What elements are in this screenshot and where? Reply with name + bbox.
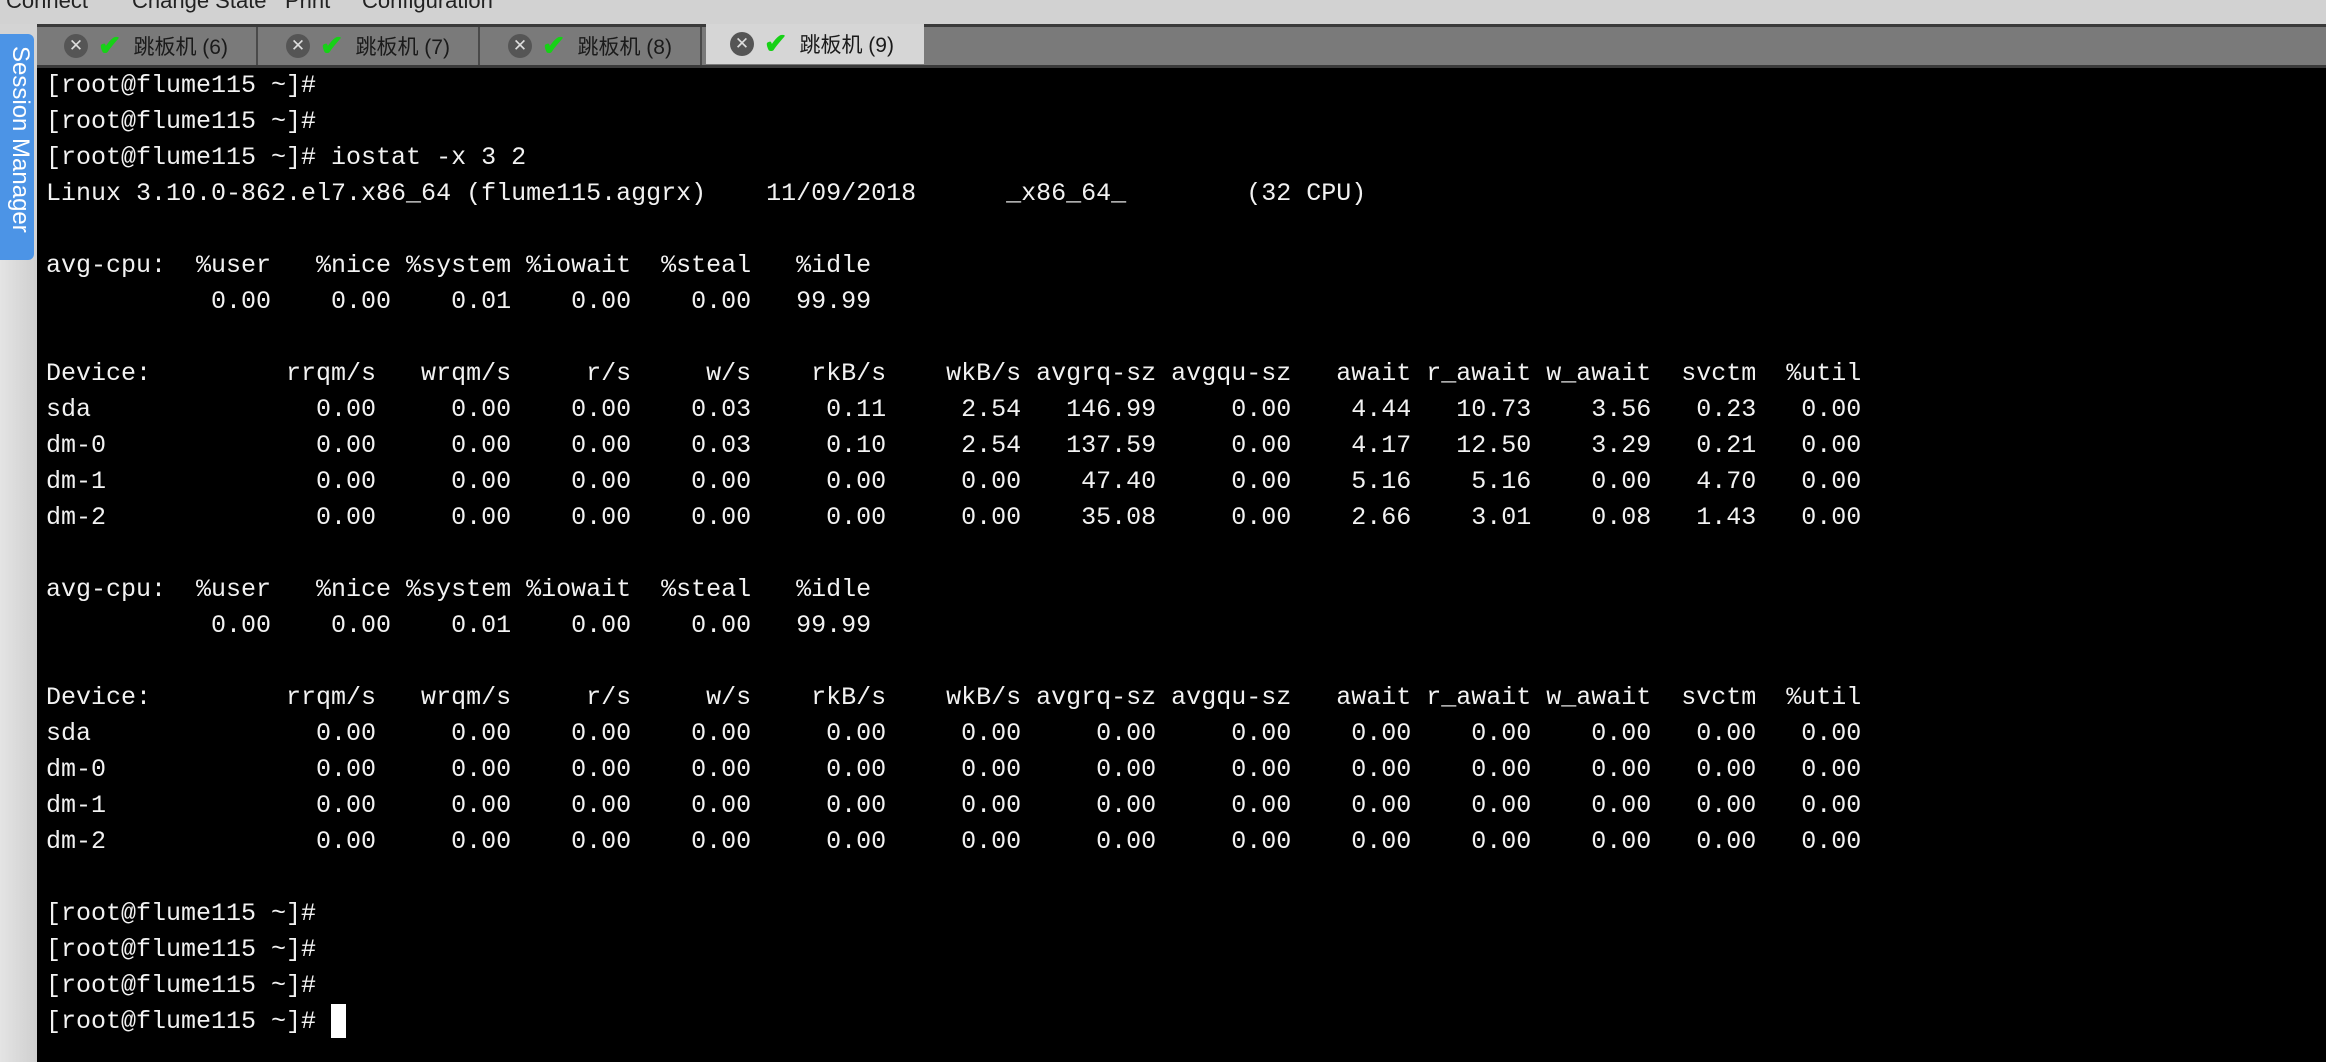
terminal-line-text: dm-2 0.00 0.00 0.00 0.00 0.00 0.00 35.08… <box>46 503 1862 532</box>
close-tab-icon[interactable]: ✕ <box>508 34 532 58</box>
tab-session-8[interactable]: ✕ ✔ 跳板机 (8) <box>484 27 702 65</box>
terminal-line: Device: rrqm/s wrqm/s r/s w/s rkB/s wkB/… <box>46 680 1861 716</box>
terminal-line-text: dm-1 0.00 0.00 0.00 0.00 0.00 0.00 0.00 … <box>46 791 1862 820</box>
terminal-line-text: [root@flume115 ~]# <box>46 1007 317 1036</box>
terminal-line-text: dm-0 0.00 0.00 0.00 0.03 0.10 2.54 137.5… <box>46 431 1862 460</box>
tab-session-7[interactable]: ✕ ✔ 跳板机 (7) <box>262 27 480 65</box>
terminal-line-text: [root@flume115 ~]# <box>46 935 317 964</box>
connected-check-icon: ✔ <box>320 30 344 61</box>
tab-label: 跳板机 (6) <box>133 36 228 59</box>
terminal-line-text: 0.00 0.00 0.01 0.00 0.00 99.99 <box>46 287 872 316</box>
terminal-line-text: [root@flume115 ~]# iostat -x 3 2 <box>46 143 527 172</box>
terminal-line: sda 0.00 0.00 0.00 0.00 0.00 0.00 0.00 0… <box>46 716 1861 752</box>
session-manager-label: Session Manager <box>7 46 34 233</box>
close-tab-icon[interactable]: ✕ <box>286 34 310 58</box>
terminal-line-text: Linux 3.10.0-862.el7.x86_64 (flume115.ag… <box>46 179 1367 208</box>
terminal-line: Device: rrqm/s wrqm/s r/s w/s rkB/s wkB/… <box>46 356 1861 392</box>
connected-check-icon: ✔ <box>542 30 566 61</box>
connected-check-icon: ✔ <box>98 30 122 61</box>
terminal-line-text: dm-1 0.00 0.00 0.00 0.00 0.00 0.00 47.40… <box>46 467 1862 496</box>
terminal-line-text: sda 0.00 0.00 0.00 0.00 0.00 0.00 0.00 0… <box>46 719 1862 748</box>
terminal-output: [root@flume115 ~]# [root@flume115 ~]# [roo… <box>46 68 1861 1040</box>
terminal-line: avg-cpu: %user %nice %system %iowait %st… <box>46 572 1861 608</box>
terminal-line-text: Device: rrqm/s wrqm/s r/s w/s rkB/s wkB/… <box>46 359 1862 388</box>
terminal-line-text: [root@flume115 ~]# <box>46 971 317 1000</box>
connected-check-icon: ✔ <box>764 28 788 59</box>
left-sidebar-strip <box>0 260 37 1062</box>
terminal-line-text: 0.00 0.00 0.01 0.00 0.00 99.99 <box>46 611 872 640</box>
tab-label: 跳板机 (7) <box>355 36 450 59</box>
terminal-line: sda 0.00 0.00 0.00 0.03 0.11 2.54 146.99… <box>46 392 1861 428</box>
terminal-line-text: [root@flume115 ~]# <box>46 899 317 928</box>
terminal-line: dm-0 0.00 0.00 0.00 0.03 0.10 2.54 137.5… <box>46 428 1861 464</box>
terminal-line: 0.00 0.00 0.01 0.00 0.00 99.99 <box>46 608 1861 644</box>
terminal-line: [root@flume115 ~]# <box>46 932 1861 968</box>
tab-session-9-active[interactable]: ✕ ✔ 跳板机 (9) <box>706 24 924 64</box>
menu-print[interactable]: Print <box>285 0 330 14</box>
terminal-line: dm-1 0.00 0.00 0.00 0.00 0.00 0.00 0.00 … <box>46 788 1861 824</box>
tab-session-6[interactable]: ✕ ✔ 跳板机 (6) <box>40 27 258 65</box>
terminal-line: [root@flume115 ~]# <box>46 104 1861 140</box>
terminal-line: [root@flume115 ~]# <box>46 68 1861 104</box>
terminal-line: [root@flume115 ~]# <box>46 968 1861 1004</box>
terminal-line-text: dm-0 0.00 0.00 0.00 0.00 0.00 0.00 0.00 … <box>46 755 1862 784</box>
terminal-line: dm-0 0.00 0.00 0.00 0.00 0.00 0.00 0.00 … <box>46 752 1861 788</box>
terminal-line: [root@flume115 ~]# <box>46 1004 1861 1040</box>
terminal-line-text: dm-2 0.00 0.00 0.00 0.00 0.00 0.00 0.00 … <box>46 827 1862 856</box>
terminal-line: Linux 3.10.0-862.el7.x86_64 (flume115.ag… <box>46 176 1861 212</box>
terminal-line-text: [root@flume115 ~]# <box>46 71 317 100</box>
tab-label: 跳板机 (9) <box>799 34 894 57</box>
menu-change-state[interactable]: Change State <box>132 0 267 14</box>
terminal-line: dm-1 0.00 0.00 0.00 0.00 0.00 0.00 47.40… <box>46 464 1861 500</box>
terminal[interactable]: [root@flume115 ~]# [root@flume115 ~]# [roo… <box>37 68 2326 1062</box>
terminal-line-text: [root@flume115 ~]# <box>46 107 317 136</box>
close-tab-icon[interactable]: ✕ <box>64 34 88 58</box>
terminal-line: [root@flume115 ~]# <box>46 896 1861 932</box>
terminal-line: dm-2 0.00 0.00 0.00 0.00 0.00 0.00 35.08… <box>46 500 1861 536</box>
menu-connect[interactable]: Connect <box>6 0 88 14</box>
terminal-line: [root@flume115 ~]# iostat -x 3 2 <box>46 140 1861 176</box>
terminal-line-text: avg-cpu: %user %nice %system %iowait %st… <box>46 575 872 604</box>
tab-bar: ✕ ✔ 跳板机 (6) ✕ ✔ 跳板机 (7) ✕ ✔ 跳板机 (8) ✕ ✔ … <box>37 24 2326 68</box>
terminal-cursor <box>331 1004 347 1039</box>
menu-bar: Connect Change State Print Configuration <box>0 0 2326 24</box>
close-tab-icon[interactable]: ✕ <box>730 32 754 56</box>
session-manager-tab[interactable]: Session Manager <box>0 34 34 260</box>
terminal-line: 0.00 0.00 0.01 0.00 0.00 99.99 <box>46 284 1861 320</box>
terminal-line-text: Device: rrqm/s wrqm/s r/s w/s rkB/s wkB/… <box>46 683 1862 712</box>
terminal-line-text: avg-cpu: %user %nice %system %iowait %st… <box>46 251 872 280</box>
terminal-line: avg-cpu: %user %nice %system %iowait %st… <box>46 248 1861 284</box>
menu-configuration[interactable]: Configuration <box>362 0 493 14</box>
terminal-line: dm-2 0.00 0.00 0.00 0.00 0.00 0.00 0.00 … <box>46 824 1861 860</box>
terminal-line-text: sda 0.00 0.00 0.00 0.03 0.11 2.54 146.99… <box>46 395 1862 424</box>
tab-label: 跳板机 (8) <box>577 36 672 59</box>
